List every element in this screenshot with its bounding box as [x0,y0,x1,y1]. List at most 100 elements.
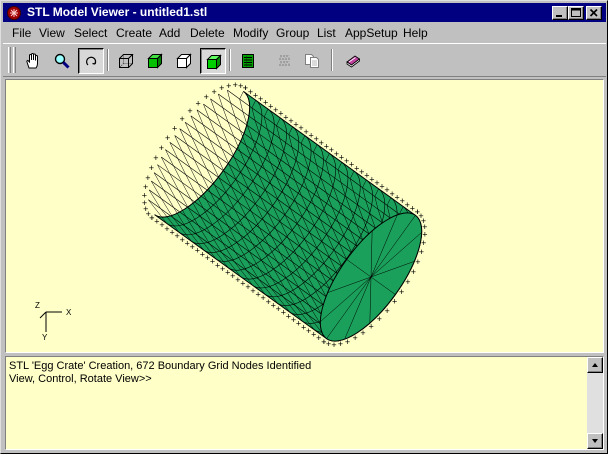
mesh-diagonal [194,160,203,177]
grid-tool-icon [279,55,290,67]
grid-node-marker: + [219,83,224,93]
help-book-button[interactable] [340,48,366,74]
mesh-diagonal [157,164,167,182]
console-scrollbar[interactable] [587,357,603,449]
title-bar[interactable]: STL Model Viewer - untitled1.stl [3,3,606,22]
grid-node-marker: + [143,182,148,192]
grid-node-marker: + [399,287,404,297]
mesh-diagonal [165,149,174,166]
grid-tool-button[interactable] [271,48,297,74]
mesh-diagonal [218,93,224,108]
maximize-button[interactable] [568,6,584,20]
mesh-diagonal [161,198,174,218]
shaded-cube-green-icon [147,53,163,69]
axis-label-z: Z [35,301,40,310]
spreadsheet-button[interactable] [235,48,261,74]
menu-modify[interactable]: Modify [233,26,268,40]
stl-app-icon [7,6,21,20]
grid-node-marker: + [172,123,177,133]
scroll-up-arrow-icon [592,363,598,367]
hidden-line-cube-icon [176,53,192,69]
axis-triad: Z X Y [35,301,72,342]
menu-help[interactable]: Help [403,26,428,40]
close-button[interactable] [586,6,602,20]
zoom-magnifier-icon [54,53,70,69]
grid-node-marker: + [405,277,410,287]
grid-node-marker: + [331,340,336,350]
menu-appsetup[interactable]: AppSetup [345,26,398,40]
mesh-diagonal [189,167,199,184]
rotate-button[interactable] [78,48,104,74]
zoom-button[interactable] [49,48,75,74]
minimize-icon [556,15,562,17]
grid-node-marker: + [180,114,185,124]
mesh-diagonal [169,173,179,191]
mesh-diagonal [206,168,215,186]
mesh-diagonal [148,189,161,209]
menu-view[interactable]: View [39,26,65,40]
menu-bar: File View Select Create Add Delete Modif… [3,23,606,42]
grid-node-marker: + [204,92,209,102]
grid-node-marker: + [352,333,357,343]
pan-button[interactable] [20,48,46,74]
hidden-line-button[interactable] [171,48,197,74]
menu-file[interactable]: File [12,26,31,40]
toolbar-grip[interactable] [13,47,16,73]
axis-label-y: Y [42,333,48,342]
grid-node-marker: + [368,322,373,332]
grid-node-marker: + [165,133,170,143]
grid-node-marker: + [321,337,326,347]
mesh-diagonal [181,151,191,168]
pan-hand-icon [26,52,38,69]
grid-node-marker: + [212,87,217,97]
grid-node-marker: + [377,314,382,324]
grid-node-marker: + [145,173,150,183]
mesh-diagonal [177,158,187,175]
grid-node-marker: + [159,143,164,153]
minimize-button[interactable] [552,6,568,20]
scroll-up-button[interactable] [587,357,603,373]
console-prompt: View, Control, Rotate View>> [9,373,152,385]
grid-node-marker: + [326,339,331,349]
mesh-diagonal [161,156,170,174]
mesh-diagonal [181,182,192,200]
menu-create[interactable]: Create [116,26,152,40]
grid-node-marker: + [411,267,416,277]
toolbar-grip[interactable] [8,47,11,73]
scroll-down-button[interactable] [587,433,603,449]
spreadsheet-icon [242,54,254,68]
model-viewport[interactable]: + + + + + + + + + + + + + + + + + + + + + + + + + + + + + + + + + + + + + + + +… [5,79,604,353]
menu-delete[interactable]: Delete [190,26,225,40]
stl-model-cylinder: ++++++++++++++++++++++++++++++++++++++++… [142,80,428,350]
grid-node-marker: + [345,337,350,347]
menu-list[interactable]: List [317,26,336,40]
application-window: STL Model Viewer - untitled1.stl File Vi… [0,0,608,454]
axis-label-x: X [66,308,72,317]
grid-node-marker: + [243,83,248,93]
toolbar-separator [229,49,231,71]
mesh-diagonal [166,181,177,199]
grid-node-marker: + [419,247,424,257]
menu-group[interactable]: Group [276,26,309,40]
grid-node-marker: + [226,81,231,91]
toolbar-separator [107,49,109,71]
rotate-view-icon [86,56,97,66]
grid-node-marker: + [187,106,192,116]
grid-node-marker: + [149,163,154,173]
solid-button[interactable] [200,48,226,74]
menu-add[interactable]: Add [159,26,180,40]
solid-cube-green-icon [206,54,222,70]
mesh-diagonal [242,111,248,126]
mesh-diagonal [178,190,189,208]
shaded-button[interactable] [142,48,168,74]
wireframe-button[interactable] [113,48,139,74]
copy-button[interactable] [299,48,325,74]
menu-select[interactable]: Select [74,26,107,40]
window-title: STL Model Viewer - untitled1.stl [27,5,208,19]
close-icon [589,8,598,17]
grid-node-marker: + [415,257,420,267]
wireframe-cube-icon [119,54,134,68]
output-console[interactable]: STL 'Egg Crate' Creation, 672 Boundary G… [5,356,604,450]
mesh-diagonal [185,174,195,192]
grid-node-marker: + [360,328,365,338]
